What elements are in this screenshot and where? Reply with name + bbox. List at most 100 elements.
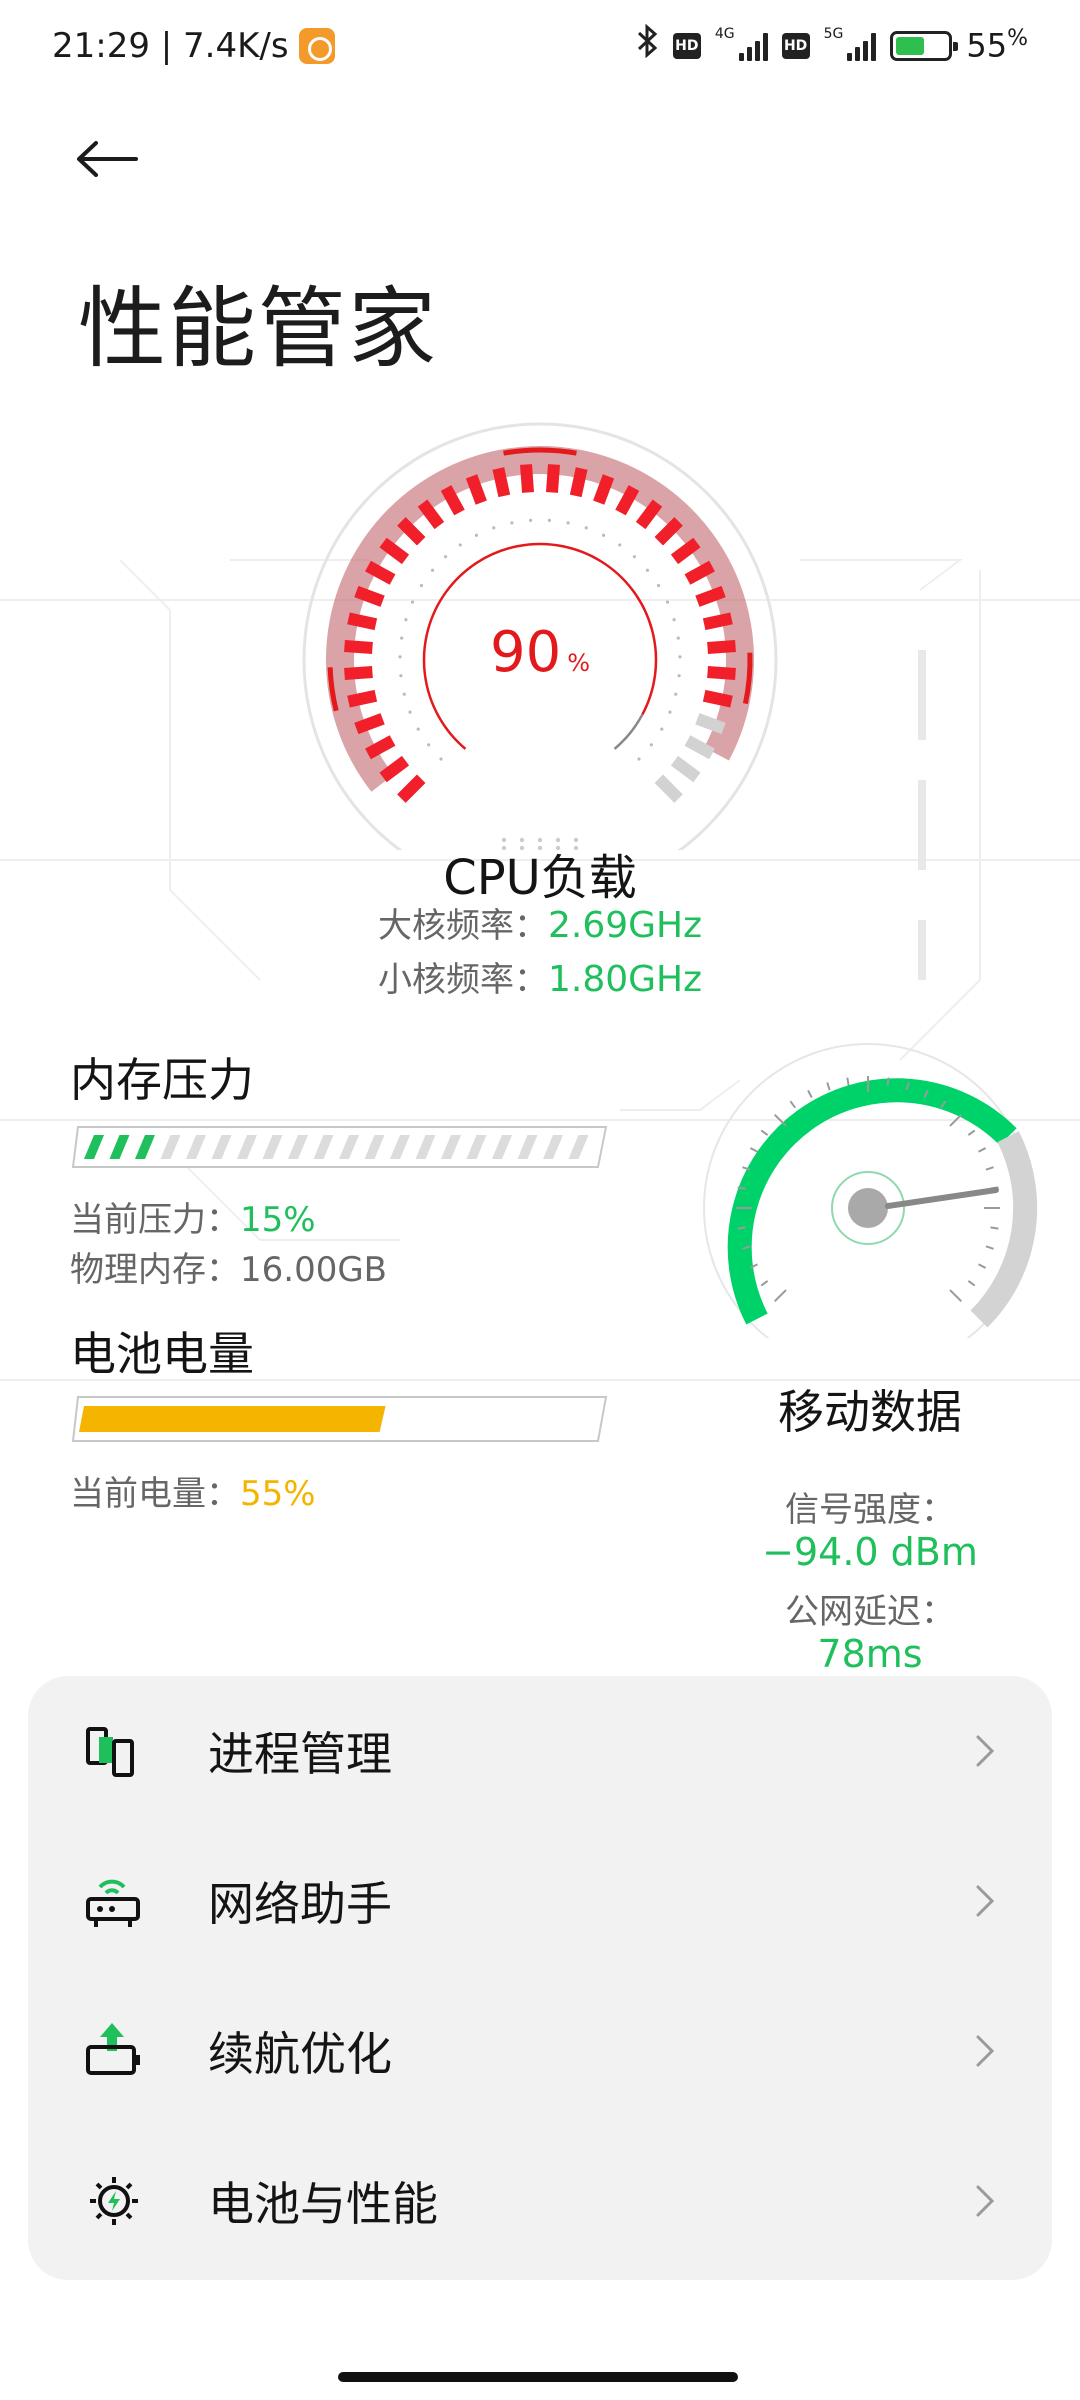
menu-item-battery-performance[interactable]: 电池与性能 <box>28 2126 1052 2276</box>
network-type-1: 4G <box>714 25 735 42</box>
speed-gauge-tick <box>886 1077 890 1086</box>
router-icon <box>86 1879 140 1927</box>
cpu-gauge-segment <box>397 517 426 546</box>
speed-gauge-tick <box>789 1100 796 1109</box>
speed-gauge-tick <box>949 1289 963 1303</box>
memory-pressure-bar <box>71 1126 608 1168</box>
cpu-gauge-dot <box>566 521 570 525</box>
signal-strength-label: 信号强度： <box>785 1490 955 1530</box>
gear-icon <box>90 2177 138 2225</box>
cpu-gauge-dot <box>430 568 435 572</box>
speed-gauge-tick <box>737 1226 746 1230</box>
speed-gauge-tick <box>773 1113 787 1127</box>
cpu-gauge-dot <box>492 526 496 530</box>
speed-gauge-tick <box>967 1129 976 1136</box>
cpu-gauge-dot <box>528 518 533 522</box>
cpu-gauge-dot <box>458 543 462 547</box>
cpu-gauge-dot <box>649 743 653 747</box>
memory-pressure-info: 当前压力：15% <box>70 1200 316 1240</box>
signal-strength-value: −94.0 dBm <box>762 1530 978 1574</box>
battery-level-bar <box>71 1396 608 1442</box>
network-latency-label: 公网延迟： <box>785 1592 955 1632</box>
cpu-gauge-segment <box>417 499 445 530</box>
speed-gauge-tick <box>967 1280 976 1287</box>
cpu-gauge-dot <box>427 743 431 747</box>
home-indicator[interactable] <box>338 2372 738 2382</box>
cpu-gauge-dot <box>660 727 664 731</box>
battery-level-info: 当前电量：55% <box>70 1474 316 1514</box>
speed-gauge-tick <box>990 1226 999 1230</box>
speed-gauge-tick <box>949 1113 963 1127</box>
battery-bar-fill <box>79 1406 386 1432</box>
hd-badge-2: HD <box>781 32 810 59</box>
arrow-left-icon <box>77 141 138 177</box>
cpu-gauge-segment <box>635 499 663 530</box>
cpu-gauge-segment <box>492 467 511 498</box>
speed-gauge-tick <box>760 1129 769 1136</box>
menu-label: 网络助手 <box>208 1877 392 1931</box>
chevron-right-icon <box>976 1735 995 1767</box>
signal-icon-2 <box>847 31 877 61</box>
big-core-frequency: 大核频率：2.69GHz <box>377 905 703 946</box>
cpu-load-value: 90% <box>489 620 591 685</box>
network-type-2: 5G <box>823 25 844 42</box>
chevron-right-icon <box>976 1885 995 1917</box>
status-left: 21:29 | 7.4K/s <box>52 26 335 66</box>
cpu-gauge-segment <box>670 537 701 565</box>
menu-label: 电池与性能 <box>208 2177 438 2231</box>
cpu-gauge-segment <box>520 464 534 493</box>
cpu-gauge-segment <box>670 755 701 783</box>
speed-gauge-tick <box>846 1077 850 1086</box>
cpu-gauge-dot <box>645 568 650 572</box>
speed-gauge-tick <box>760 1280 769 1287</box>
menu-label: 续航优化 <box>208 2027 392 2081</box>
cpu-gauge-dot <box>656 583 661 588</box>
speed-gauge-tick <box>985 1245 994 1250</box>
speed-gauge-tick <box>737 1186 746 1190</box>
chevron-right-icon <box>976 2035 995 2067</box>
status-bar: 21:29 | 7.4K/s HD 4G HD 5G 55% <box>0 0 1080 100</box>
back-button[interactable] <box>76 124 156 194</box>
cpu-gauge-dot <box>618 543 622 547</box>
cpu-gauge-segment <box>379 537 410 565</box>
cpu-gauge-dot <box>402 692 406 696</box>
speed-gauge-tick <box>978 1263 987 1269</box>
cpu-gauge-segment <box>347 689 378 708</box>
cpu-gauge-dot <box>416 727 420 731</box>
battery-boost-icon <box>86 2023 140 2075</box>
status-right: HD 4G HD 5G 55% <box>637 23 1028 67</box>
speed-gauge-tick <box>749 1147 758 1153</box>
memory-pressure-title: 内存压力 <box>70 1053 254 1107</box>
status-time-speed: 21:29 | 7.4K/s <box>52 26 289 66</box>
cpu-gauge-dot <box>408 710 412 714</box>
cpu-gauge-dot <box>439 757 443 761</box>
speed-gauge-tick <box>826 1082 831 1091</box>
tools-menu: 进程管理 网络助手 续航优化 电池与性能 <box>28 1676 1052 2280</box>
cpu-gauge-dot <box>547 518 552 522</box>
menu-item-network-assistant[interactable]: 网络助手 <box>28 1826 1052 1976</box>
cpu-gauge-dot <box>584 526 588 530</box>
menu-item-process-management[interactable]: 进程管理 <box>28 1676 1052 1826</box>
cpu-gauge-dot <box>665 600 670 604</box>
cpu-gauge-dot <box>601 533 606 537</box>
cpu-gauge-dot <box>637 757 641 761</box>
speed-gauge-tick <box>985 1166 994 1171</box>
bluetooth-icon <box>637 23 659 67</box>
cpu-gauge-segment <box>569 467 588 498</box>
speed-gauge-tick <box>807 1089 813 1098</box>
cpu-gauge-segment <box>397 774 426 803</box>
battery-percent: 55% <box>966 26 1028 65</box>
cpu-gauge-segment <box>379 755 410 783</box>
mobile-data-title: 移动数据 <box>778 1385 962 1439</box>
network-latency-value: 78ms <box>817 1632 923 1676</box>
cpu-gauge-dot <box>674 692 678 696</box>
cpu-gauge-dot <box>474 533 479 537</box>
cpu-gauge-segment <box>654 517 683 546</box>
physical-memory-info: 物理内存：16.00GB <box>70 1250 388 1290</box>
battery-level-title: 电池电量 <box>70 1327 254 1381</box>
hd-badge-1: HD <box>672 32 701 59</box>
page-title: 性能管家 <box>78 277 439 380</box>
menu-item-battery-optimization[interactable]: 续航优化 <box>28 1976 1052 2126</box>
cpu-gauge-segment <box>546 464 560 493</box>
notification-app-icon <box>298 28 335 64</box>
